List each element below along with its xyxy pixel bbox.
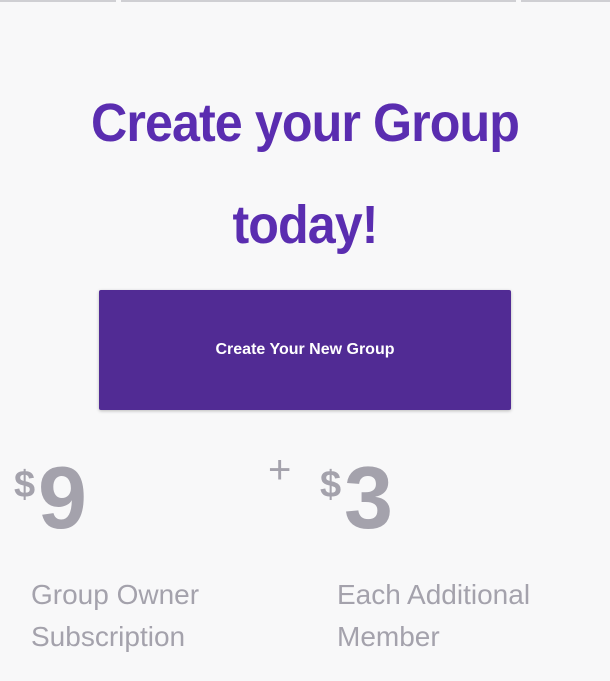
top-divider [521, 0, 610, 2]
owner-desc-line-2: Subscription [31, 621, 186, 652]
member-desc-line-2: Member [337, 621, 440, 652]
owner-price-description: Group Owner Subscription [31, 574, 291, 658]
owner-currency-symbol: $ [14, 464, 36, 506]
create-group-button[interactable]: Create Your New Group [99, 290, 511, 410]
owner-desc-line-1: Group Owner [31, 579, 200, 610]
page-headline: Create your Group today! [21, 72, 588, 276]
member-desc-line-1: Each Additional [337, 579, 531, 610]
member-currency-symbol: $ [320, 464, 342, 506]
headline-line-1: Create your Group [91, 93, 520, 153]
member-price-amount: 3 [344, 448, 393, 547]
plus-operator: + [268, 448, 292, 492]
headline-line-2: today! [232, 195, 378, 255]
top-divider [121, 0, 516, 2]
top-divider [0, 0, 116, 2]
owner-price-amount: 9 [38, 448, 87, 547]
member-price-description: Each Additional Member [337, 574, 597, 658]
